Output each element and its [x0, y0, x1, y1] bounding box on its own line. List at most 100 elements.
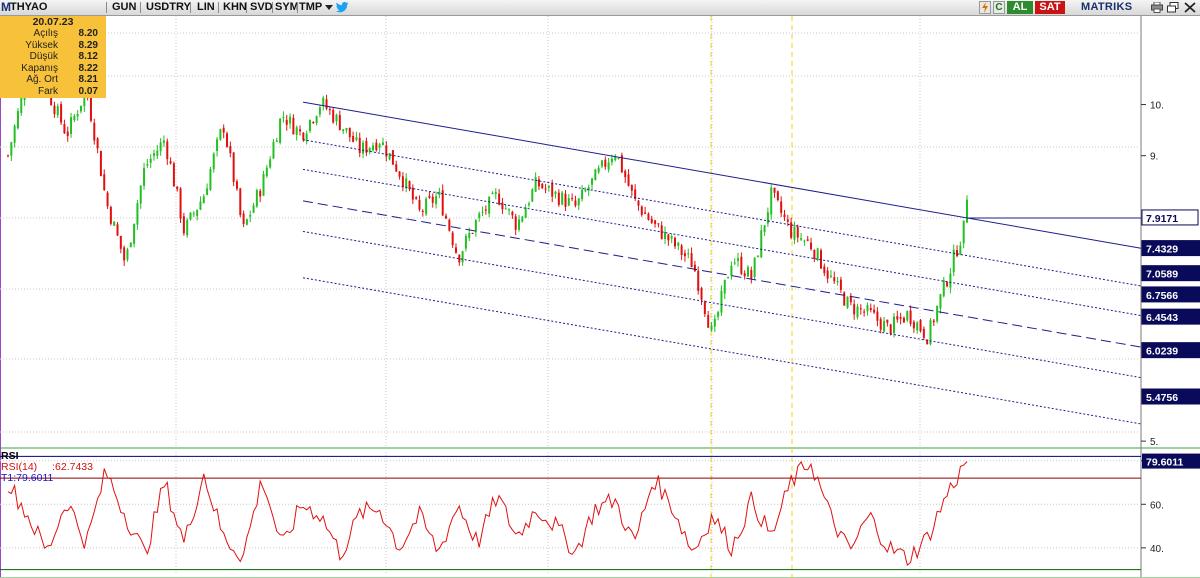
candle-body [421, 210, 424, 212]
price-panel [0, 16, 1141, 447]
candle-body [966, 199, 968, 223]
info-row-close: Kapanış 8.22 [0, 63, 106, 75]
currency-button[interactable]: USDTRY [146, 1, 191, 14]
candle-body [431, 196, 434, 203]
candle-body [899, 317, 902, 319]
candle-body [574, 200, 577, 206]
candle-body [909, 310, 912, 324]
candle-body [919, 320, 922, 332]
candle-body [670, 236, 673, 239]
candle-body [604, 159, 607, 167]
candle-body [713, 318, 716, 327]
candle-body [222, 127, 225, 133]
candle-body [836, 281, 839, 283]
candle-body [806, 239, 809, 241]
candle-body [756, 255, 759, 258]
candle-body [644, 212, 647, 214]
candle-body [209, 169, 212, 190]
candle-body [723, 279, 726, 294]
print-icon[interactable] [1151, 1, 1163, 13]
sym-button[interactable]: SYM [275, 1, 299, 14]
candle-body [464, 235, 467, 249]
candle-body [587, 187, 590, 191]
candle-body [189, 212, 192, 220]
candle-body [770, 187, 773, 215]
period-button[interactable]: GUN [112, 1, 136, 14]
candle-body [295, 127, 298, 135]
dropdown-arrow-icon[interactable] [325, 5, 333, 10]
candle-body [733, 262, 736, 264]
c-icon[interactable]: C [993, 1, 1005, 14]
candle-body [445, 215, 448, 219]
candle-body [63, 123, 66, 134]
symbol-label[interactable]: THYAO [10, 1, 48, 14]
candle-body [229, 146, 232, 154]
candle-body [843, 292, 846, 306]
candle-body [710, 325, 713, 331]
candle-body [839, 279, 842, 291]
khn-button[interactable]: KHN [223, 1, 247, 14]
candle-body [912, 321, 915, 329]
lightning-icon[interactable] [979, 1, 991, 14]
candle-body [272, 141, 275, 159]
candle-body [212, 153, 215, 170]
price-level-label: 7.9171 [1146, 213, 1178, 225]
rsi-series-value: :62.7433 [52, 461, 93, 473]
price-tick-label: 9. [1150, 152, 1158, 163]
candle-body [70, 117, 73, 134]
candle-body [172, 163, 175, 187]
candle-body [162, 140, 165, 143]
candle-body [216, 139, 219, 152]
candle-body [156, 150, 159, 156]
candle-body [883, 321, 886, 332]
window-restore-icon[interactable] [1167, 2, 1179, 13]
candle-body [199, 201, 202, 210]
candle-body [693, 264, 696, 272]
buy-button[interactable]: AL [1007, 1, 1033, 14]
candle-body [76, 114, 79, 117]
separator [190, 2, 191, 13]
candle-body [581, 189, 584, 200]
info-value: 8.12 [78, 51, 98, 62]
info-value: 8.22 [78, 62, 98, 74]
info-value: 0.07 [78, 85, 98, 97]
separator [297, 2, 298, 13]
candle-body [103, 174, 106, 191]
close-icon[interactable] [1184, 2, 1196, 13]
info-row-open: Açılış 8.20 [0, 28, 106, 40]
candle-body [179, 188, 182, 219]
candle-body [206, 188, 209, 196]
candle-body [567, 198, 570, 206]
info-row-high: Yüksek 8.29 [0, 40, 106, 52]
candle-body [494, 191, 497, 195]
candle-body [259, 190, 262, 197]
svd-button[interactable]: SVD [250, 1, 273, 14]
twitter-bird-icon[interactable] [336, 2, 349, 13]
candle-body [962, 220, 965, 244]
price-level-label: 6.7566 [1146, 290, 1178, 302]
candle-body [279, 118, 282, 143]
candle-body [760, 230, 763, 258]
candle-body [435, 196, 438, 205]
candle-body [627, 174, 630, 186]
candle-body [906, 311, 909, 321]
candle-body [362, 142, 365, 154]
price-level-label: 6.0239 [1146, 346, 1178, 358]
candle-body [773, 187, 776, 193]
candle-body [577, 198, 580, 206]
tmp-button[interactable]: TMP [299, 1, 322, 14]
sell-button[interactable]: SAT [1035, 1, 1065, 14]
candle-body [471, 233, 474, 235]
candle-body [780, 201, 783, 213]
candle-body [640, 206, 643, 215]
candle-body [766, 212, 769, 224]
candle-body [322, 97, 325, 107]
candle-body [667, 234, 670, 241]
candle-body [730, 265, 733, 276]
candle-body [544, 188, 547, 190]
candle-body [853, 304, 856, 315]
scale-button[interactable]: LIN [197, 1, 215, 14]
rsi-tick-label: 40. [1150, 544, 1164, 555]
candle-body [743, 273, 746, 277]
candle-body [514, 216, 517, 230]
